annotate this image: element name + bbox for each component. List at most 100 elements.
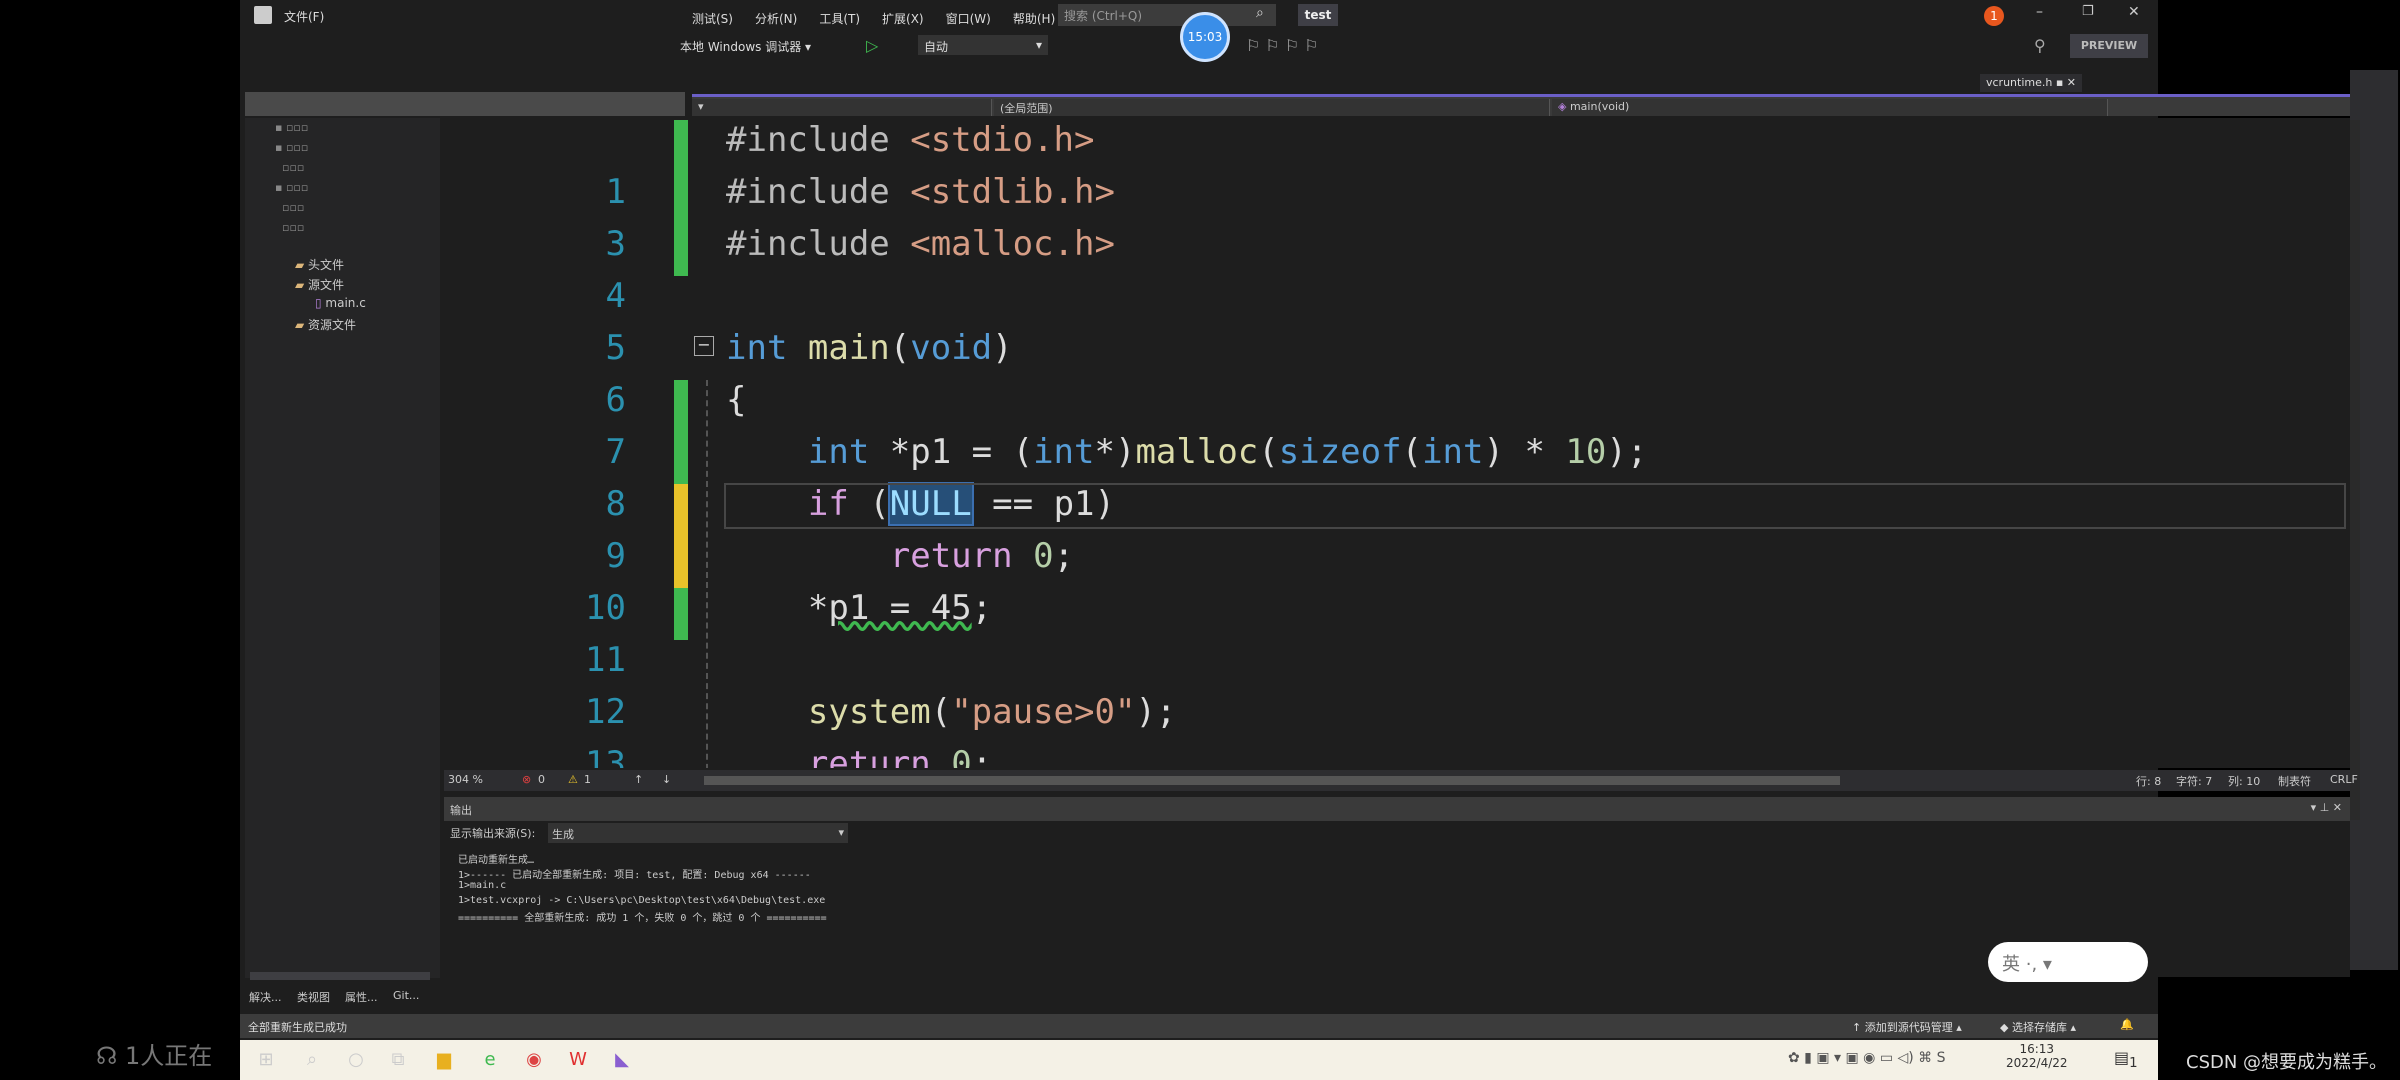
- close-button[interactable]: ✕: [2128, 4, 2140, 20]
- code-line: int main(void): [726, 328, 1013, 368]
- wps-icon[interactable]: W: [566, 1048, 590, 1072]
- windows-start-icon[interactable]: ⊞: [254, 1048, 278, 1072]
- restore-button[interactable]: ❐: [2082, 4, 2094, 19]
- char-indicator: 字符: 7: [2176, 775, 2213, 788]
- editor-vscroll[interactable]: [2350, 120, 2360, 820]
- code-token: <stdlib.h>: [910, 172, 1115, 212]
- output-close-button[interactable]: ▾ ⊥ ✕: [2311, 801, 2342, 814]
- function-dropdown[interactable]: ◈ main(void): [1552, 99, 2108, 116]
- action-center-icon[interactable]: ▤1: [2114, 1048, 2138, 1071]
- error-count: 0: [538, 773, 545, 786]
- search-icon[interactable]: ⌕: [1256, 5, 1264, 21]
- code-token: p1 = 45: [828, 588, 972, 628]
- error-icon[interactable]: ⊗: [522, 773, 531, 786]
- menu-item[interactable]: 测试(S): [692, 12, 733, 26]
- tree-item[interactable]: ▯ main.c: [315, 296, 366, 310]
- collapse-icon[interactable]: −: [694, 336, 714, 356]
- cortana-icon[interactable]: ○: [344, 1048, 368, 1072]
- change-marker: [674, 120, 688, 172]
- tree-item[interactable]: ▰ 头文件: [295, 256, 344, 273]
- nav-up-icon[interactable]: ↑: [634, 773, 643, 786]
- browser-icon[interactable]: e: [478, 1048, 502, 1072]
- bottom-tab[interactable]: Git...: [393, 989, 419, 1002]
- nav-down-icon[interactable]: ↓: [662, 773, 671, 786]
- zoom-level[interactable]: 304 %: [448, 773, 483, 786]
- chrome-icon[interactable]: ◉: [522, 1048, 546, 1072]
- code-token: <malloc.h>: [910, 224, 1115, 264]
- clock[interactable]: 16:13 2022/4/22: [2006, 1042, 2068, 1070]
- action-center-count: 1: [2129, 1056, 2138, 1072]
- project-name: test: [1298, 4, 1338, 26]
- line-ending[interactable]: CRLF: [2330, 773, 2358, 786]
- code-token: malloc: [1135, 432, 1259, 472]
- sol-hscroll[interactable]: [250, 972, 430, 980]
- repo-button[interactable]: ◆ 选择存储库 ▴: [2000, 1019, 2076, 1035]
- ime-widget[interactable]: 英 ·, ▾: [1988, 942, 2148, 982]
- tree-item-label: 头文件: [308, 258, 345, 272]
- menu-item[interactable]: 窗口(W): [946, 12, 991, 26]
- bell-icon[interactable]: 🔔: [2120, 1018, 2134, 1031]
- change-marker: [674, 588, 688, 640]
- tree-item[interactable]: ▰ 源文件: [295, 276, 344, 293]
- tray-icons[interactable]: ✿ ▮ ▣ ▾ ▣ ◉ ▭ ◁) ⌘ S: [1788, 1050, 1946, 1066]
- preview-button[interactable]: PREVIEW: [2070, 34, 2148, 58]
- config-value: 自动: [924, 40, 949, 54]
- code-token: );: [1135, 692, 1177, 732]
- notification-badge[interactable]: 1: [1984, 6, 2004, 26]
- search-input[interactable]: 搜索 (Ctrl+Q): [1058, 4, 1276, 26]
- search-icon[interactable]: ⌕: [300, 1048, 324, 1072]
- code-token: );: [1606, 432, 1648, 472]
- change-marker: [674, 484, 688, 536]
- bottom-tab[interactable]: 类视图: [297, 989, 330, 1005]
- blurred-tree-items: ▪ ▫▫▫ ▪ ▫▫▫ ▫▫▫ ▪ ▫▫▫ ▫▫▫ ▫▫▫: [275, 121, 309, 234]
- project-dropdown[interactable]: ▾: [692, 99, 992, 116]
- config-select[interactable]: 自动 ▾: [918, 35, 1048, 55]
- menu-item[interactable]: 分析(N): [755, 12, 797, 26]
- menu-bar: 测试(S) 分析(N) 工具(T) 扩展(X) 窗口(W) 帮助(H): [692, 8, 1077, 27]
- editor-hscroll[interactable]: [704, 776, 1840, 785]
- vs-window: 文件(F) 测试(S) 分析(N) 工具(T) 扩展(X) 窗口(W) 帮助(H) 搜索 …: [240, 0, 2398, 1080]
- vs-logo-icon: [254, 6, 272, 24]
- minimize-button[interactable]: –: [2036, 4, 2043, 20]
- menu-file[interactable]: 文件(F): [284, 8, 324, 25]
- navigation-bar: ▾ (全局范围) ◈ main(void): [692, 94, 2350, 116]
- bottom-tab[interactable]: 解决...: [249, 989, 282, 1005]
- live-share-icon[interactable]: ⚲: [2034, 36, 2046, 55]
- vs-status-bar: 全部重新生成已成功 ↑ 添加到源代码管理 ▴ ◆ 选择存储库 ▴ 🔔: [240, 1014, 2158, 1038]
- code-editor[interactable]: #include <stdio.h> 1 #include <stdlib.h> 3 #…: [444, 118, 2350, 768]
- indent-mode[interactable]: 制表符: [2278, 773, 2311, 789]
- start-debug-icon[interactable]: ▷: [866, 36, 878, 55]
- output-source-select[interactable]: 生成 ▾: [548, 823, 848, 843]
- tree-item[interactable]: ▰ 资源文件: [295, 316, 356, 333]
- debugger-target[interactable]: 本地 Windows 调试器 ▾: [680, 38, 811, 55]
- code-token: <stdio.h>: [910, 120, 1095, 160]
- folder-icon: ▰: [295, 318, 309, 332]
- code-token: 0: [1033, 536, 1054, 576]
- code-line: int *p1 = (int*)malloc(sizeof(int) * 10)…: [726, 432, 1647, 472]
- line-number: 3: [605, 224, 626, 264]
- code-token: int: [807, 432, 890, 472]
- menu-item[interactable]: 工具(T): [819, 12, 860, 26]
- bottom-tab[interactable]: 属性...: [345, 989, 378, 1005]
- line-number: 8: [605, 484, 626, 524]
- doc-tab-vcruntime[interactable]: vcruntime.h ▪ ✕: [1980, 74, 2083, 92]
- code-token: (: [1401, 432, 1423, 472]
- code-token: (: [930, 692, 952, 732]
- line-number: 7: [605, 432, 626, 472]
- visual-studio-icon[interactable]: ◣: [610, 1048, 634, 1072]
- code-token: (: [1258, 432, 1279, 472]
- tree-item-label: main.c: [325, 296, 366, 310]
- line-number: 11: [585, 640, 626, 680]
- output-line: 1>main.c: [458, 880, 507, 891]
- bookmark-icon[interactable]: ⚐ ⚐ ⚐ ⚐: [1246, 36, 1319, 55]
- menu-item[interactable]: 扩展(X): [882, 12, 924, 26]
- task-view-icon[interactable]: ⧉: [386, 1048, 410, 1072]
- scope-dropdown[interactable]: (全局范围): [994, 99, 1550, 116]
- warning-icon[interactable]: ⚠: [568, 773, 578, 786]
- file-explorer-icon[interactable]: ▆: [432, 1048, 456, 1072]
- code-token: 10: [1565, 432, 1607, 472]
- source-control-button[interactable]: ↑ 添加到源代码管理 ▴: [1852, 1019, 1962, 1035]
- line-number: 4: [605, 276, 626, 316]
- menu-item[interactable]: 帮助(H): [1013, 12, 1055, 26]
